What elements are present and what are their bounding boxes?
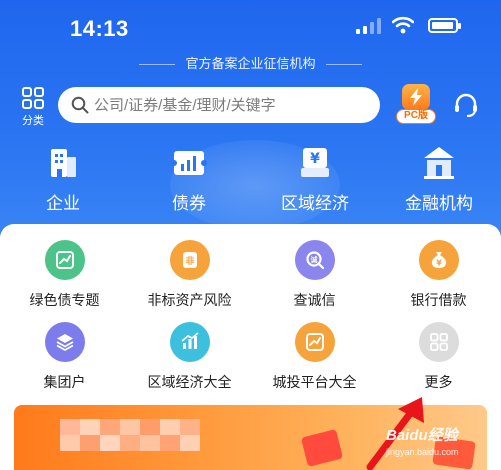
nav-financial-institution[interactable]: 金融机构 xyxy=(384,145,494,214)
service-label: 更多 xyxy=(424,374,453,390)
customer-service-icon[interactable] xyxy=(452,91,480,119)
main-nav: 企业 债券 ¥ 区域经济 金融机构 xyxy=(0,145,501,220)
credit-check-icon: 诚 xyxy=(305,251,324,270)
pc-badge: PC版 xyxy=(396,109,436,124)
service-bank-loan[interactable]: ¥ 银行借款 xyxy=(376,240,501,310)
service-regional-economy-all[interactable]: 区域经济大全 xyxy=(127,322,252,392)
watermark: Baidu经验 jingyan.baidu.com xyxy=(386,427,459,457)
nav-bond-label: 债券 xyxy=(172,194,206,213)
bond-chart-icon xyxy=(171,151,207,175)
svg-text:诚: 诚 xyxy=(310,255,317,264)
more-grid-icon xyxy=(429,333,448,351)
nav-enterprise-label: 企业 xyxy=(46,194,80,213)
service-label: 集团户 xyxy=(43,374,86,390)
service-urban-platform-all[interactable]: 城投平台大全 xyxy=(252,322,377,392)
pc-version-button[interactable]: PC版 xyxy=(396,84,436,128)
service-credit-check[interactable]: 诚 查诚信 xyxy=(252,240,377,310)
nav-financial-institution-label: 金融机构 xyxy=(405,194,473,213)
service-label: 城投平台大全 xyxy=(272,374,357,390)
status-bar: 14:13 xyxy=(0,0,501,52)
lightning-icon xyxy=(410,88,422,106)
search-icon xyxy=(71,96,89,114)
svg-text:非: 非 xyxy=(185,255,194,267)
pixelated-banner-text xyxy=(60,419,210,459)
category-label: 分类 xyxy=(22,115,44,127)
money-bag-icon: ¥ xyxy=(431,252,446,268)
service-label: 非标资产风险 xyxy=(147,292,232,308)
nonstandard-asset-icon: 非 xyxy=(182,252,197,268)
wifi-icon xyxy=(392,16,414,34)
tagline: 官方备案企业征信机构 xyxy=(0,53,501,72)
service-group-account[interactable]: 集团户 xyxy=(2,322,127,392)
layers-icon xyxy=(56,334,73,352)
service-label: 区域经济大全 xyxy=(147,374,232,390)
service-nonstandard-asset[interactable]: 非 非标资产风险 xyxy=(127,240,252,310)
service-label: 查诚信 xyxy=(293,292,336,308)
nav-regional-economy[interactable]: ¥ 区域经济 xyxy=(260,145,370,214)
service-label: 绿色债专题 xyxy=(29,292,100,308)
category-grid-icon xyxy=(22,87,44,109)
svg-text:¥: ¥ xyxy=(310,151,320,167)
service-more[interactable]: 更多 xyxy=(376,322,501,392)
service-green-bond[interactable]: 绿色债专题 xyxy=(2,240,127,310)
region-chart-icon xyxy=(180,332,199,349)
green-bond-icon xyxy=(55,251,74,269)
service-label: 银行借款 xyxy=(410,292,467,308)
platform-chart-icon xyxy=(305,333,324,351)
battery-icon xyxy=(428,18,461,33)
nav-bond[interactable]: 债券 xyxy=(134,145,244,214)
nav-enterprise[interactable]: 企业 xyxy=(8,145,118,214)
signal-icon xyxy=(356,18,381,34)
category-button[interactable]: 分类 xyxy=(16,86,50,128)
building-icon xyxy=(51,149,76,177)
search-input[interactable] xyxy=(94,87,369,123)
status-time: 14:13 xyxy=(70,16,129,41)
yen-shop-icon: ¥ xyxy=(301,148,329,177)
search-bar[interactable] xyxy=(58,87,380,123)
red-envelope-art xyxy=(300,429,344,467)
bank-icon xyxy=(424,147,454,179)
svg-text:¥: ¥ xyxy=(436,259,442,268)
nav-regional-economy-label: 区域经济 xyxy=(281,194,349,213)
